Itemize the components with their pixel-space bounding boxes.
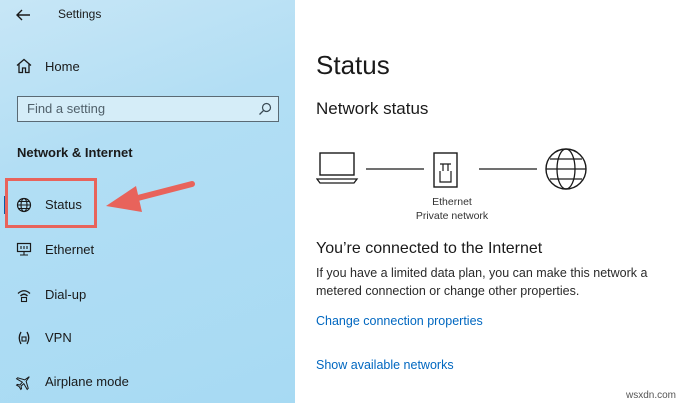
vpn-icon — [14, 328, 34, 348]
sidebar-item-label: Ethernet — [45, 242, 95, 257]
search-input[interactable]: Find a setting — [17, 96, 279, 122]
back-arrow-icon — [16, 9, 30, 21]
main-panel: Status Network status Ethernet Private n… — [295, 0, 680, 403]
sidebar-item-airplane-mode[interactable]: Airplane mode — [0, 367, 295, 397]
sidebar-item-vpn[interactable]: VPN — [0, 323, 295, 353]
connection-heading: You’re connected to the Internet — [316, 240, 543, 257]
network-status-heading: Network status — [316, 99, 429, 118]
adapter-label: Ethernet Private network — [392, 195, 512, 223]
back-button[interactable] — [12, 4, 36, 26]
section-title: Network & Internet — [17, 145, 133, 160]
search-icon — [259, 102, 272, 115]
nav-home-label: Home — [45, 59, 80, 74]
change-connection-properties-link[interactable]: Change connection properties — [316, 314, 483, 328]
ethernet-icon — [14, 240, 34, 260]
internet-globe-icon — [545, 148, 587, 190]
search-placeholder: Find a setting — [27, 101, 106, 116]
sidebar: Settings Home Find a setting Network & I… — [0, 0, 295, 403]
highlight-box — [5, 178, 97, 228]
sidebar-item-label: Dial-up — [45, 287, 87, 302]
app-title: Settings — [58, 7, 102, 21]
show-available-networks-link[interactable]: Show available networks — [316, 358, 454, 372]
sidebar-item-label: Airplane mode — [45, 374, 129, 389]
watermark: wsxdn.com — [625, 390, 676, 401]
nav-home[interactable]: Home — [0, 54, 295, 80]
page-title: Status — [316, 50, 390, 80]
ethernet-port-icon — [433, 152, 458, 188]
adapter-name: Ethernet — [432, 196, 472, 208]
titlebar: Settings — [0, 0, 295, 32]
computer-icon — [316, 152, 359, 184]
dialup-icon — [14, 285, 34, 305]
sidebar-item-dialup[interactable]: Dial-up — [0, 280, 295, 310]
airplane-icon — [14, 372, 34, 392]
sidebar-item-ethernet[interactable]: Ethernet — [0, 235, 295, 265]
connection-description: If you have a limited data plan, you can… — [316, 266, 648, 298]
sidebar-item-label: VPN — [45, 330, 72, 345]
pointer-arrow-icon — [106, 181, 195, 212]
home-icon — [14, 56, 34, 76]
network-name: Private network — [415, 210, 489, 222]
